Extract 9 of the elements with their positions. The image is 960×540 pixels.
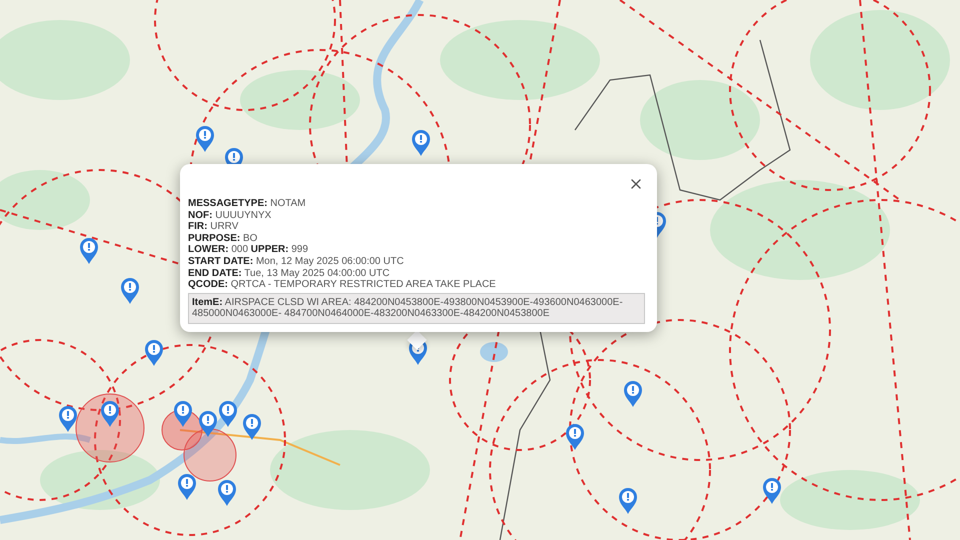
notam-field: NOF: UUUUYNYX: [188, 210, 645, 222]
notam-field: LOWER: 000 UPPER: 999: [188, 244, 645, 256]
notam-field: END DATE: Tue, 13 May 2025 04:00:00 UTC: [188, 268, 645, 280]
notam-field: START DATE: Mon, 12 May 2025 06:00:00 UTC: [188, 256, 645, 268]
notam-field: MESSAGETYPE: NOTAM: [188, 198, 645, 210]
notam-field: PURPOSE: BO: [188, 232, 645, 244]
notam-field: QCODE: QRTCA - TEMPORARY RESTRICTED AREA TAKE PLACE: [188, 279, 645, 291]
item-e-text: ItemE: AIRSPACE CLSD WI AREA: 484200N0453800E-493800N0453900E-493600N0463000E-485000N0463000E- 484700N0464000E-483200N0463300E-484200N0453800E: [188, 292, 645, 324]
notam-field: FIR: URRV: [188, 221, 645, 233]
